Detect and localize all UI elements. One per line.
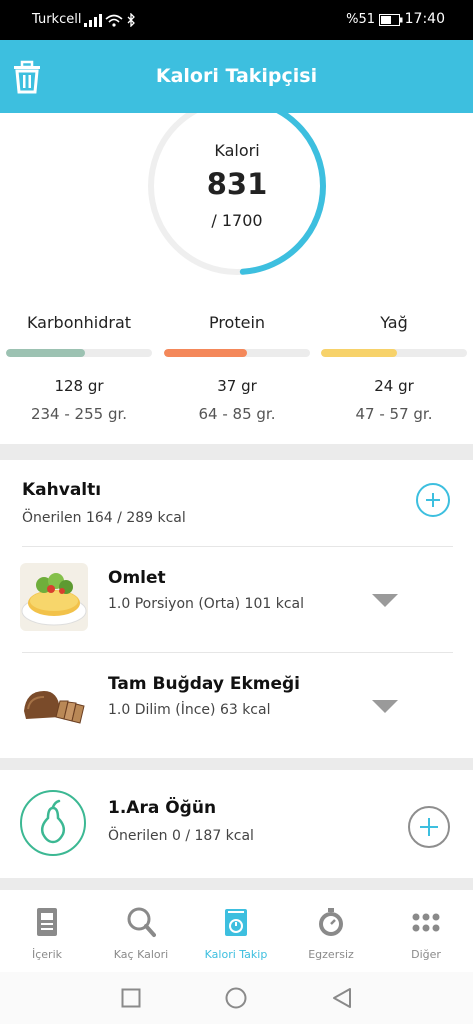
food-name: Tam Buğday Ekmeği (108, 674, 301, 694)
bread-image (20, 669, 88, 737)
divider (22, 652, 453, 653)
macro-bar-fill (6, 349, 85, 357)
calorie-goal: / 1700 (211, 211, 263, 230)
macro-name: Protein (208, 313, 266, 332)
macro-bar-fill (164, 349, 248, 357)
calorie-progress-ring: Kalori 831 / 1700 (140, 113, 334, 283)
app-bar: Kalori Takipçisi (0, 40, 473, 113)
home-icon[interactable] (225, 987, 247, 1009)
food-detail: 1.0 Porsiyon (Orta) 101 kcal (108, 596, 304, 612)
food-item-omelette[interactable]: Omlet 1.0 Porsiyon (Orta) 101 kcal (0, 548, 473, 648)
calorie-label: Kalori (214, 141, 260, 160)
divider (22, 546, 453, 547)
add-breakfast-button[interactable] (416, 483, 450, 517)
nav-label: Kalori Takip (204, 948, 268, 961)
chevron-down-icon[interactable] (372, 594, 398, 607)
nav-exercise[interactable]: Egzersiz (284, 890, 378, 972)
battery-icon (379, 14, 403, 26)
meal-header: 1.Ara Öğün Önerilen 0 / 187 kcal (108, 798, 254, 844)
macro-range: 64 - 85 gr. (198, 405, 276, 423)
document-icon (37, 908, 57, 936)
food-detail: 1.0 Dilim (İnce) 63 kcal (108, 702, 271, 718)
macro-bar (321, 349, 467, 357)
macro-protein: Protein 37 gr 64 - 85 gr. (164, 313, 310, 423)
omelette-image (20, 563, 88, 631)
meal-title: Kahvaltı (22, 480, 102, 500)
carrier-name: Turkcell (32, 12, 82, 27)
nav-content[interactable]: İçerik (0, 890, 94, 972)
macro-fat: Yağ 24 gr 47 - 57 gr. (321, 313, 467, 423)
macro-name: Karbonhidrat (26, 313, 132, 332)
macro-amount: 24 gr (374, 377, 414, 395)
meal-card-snack: 1.Ara Öğün Önerilen 0 / 187 kcal (0, 770, 473, 878)
nav-label: Diğer (411, 948, 441, 961)
more-grid-icon (412, 913, 440, 932)
recent-apps-icon[interactable] (121, 988, 141, 1008)
status-bar: Turkcell %51 17:40 (0, 0, 473, 40)
food-name: Omlet (108, 568, 166, 588)
nav-label: Kaç Kalori (113, 948, 169, 961)
battery-percent: %51 (346, 12, 375, 27)
meal-recommended: Önerilen 0 / 187 kcal (108, 828, 254, 844)
meal-recommended: Önerilen 164 / 289 kcal (22, 510, 186, 526)
macro-range: 47 - 57 gr. (355, 405, 433, 423)
chevron-down-icon[interactable] (372, 700, 398, 713)
macro-bar (164, 349, 310, 357)
search-icon (127, 907, 156, 937)
nav-calorie-search[interactable]: Kaç Kalori (94, 890, 188, 972)
macro-range: 234 - 255 gr. (30, 405, 128, 423)
back-icon[interactable] (331, 987, 353, 1009)
clock: 17:40 (404, 11, 445, 27)
system-navigation-bar (0, 972, 473, 1024)
scale-icon (225, 909, 247, 936)
nav-more[interactable]: Diğer (379, 890, 473, 972)
nav-label: Egzersiz (308, 948, 354, 961)
stopwatch-icon (319, 908, 343, 936)
calorie-value: 831 (206, 167, 268, 201)
meal-header: Kahvaltı Önerilen 164 / 289 kcal (22, 480, 186, 526)
meal-card-breakfast: Kahvaltı Önerilen 164 / 289 kcal Omlet 1… (0, 460, 473, 758)
page-title: Kalori Takipçisi (155, 65, 318, 87)
pear-icon (20, 790, 86, 856)
nav-label: İçerik (31, 948, 62, 961)
signal-wifi-bluetooth-icon (84, 13, 135, 27)
food-item-whole-wheat-bread[interactable]: Tam Buğday Ekmeği 1.0 Dilim (İnce) 63 kc… (0, 654, 473, 754)
nav-calorie-tracker[interactable]: Kalori Takip (189, 890, 283, 972)
macro-carbs: Karbonhidrat 128 gr 234 - 255 gr. (6, 313, 152, 423)
bottom-navigation: İçerik Kaç Kalori Kalori Takip Egzersiz (0, 890, 473, 972)
meal-title: 1.Ara Öğün (108, 798, 217, 818)
calorie-summary-card: Kalori 831 / 1700 Karbonhidrat 128 gr 23… (0, 113, 473, 444)
macro-name: Yağ (380, 313, 408, 332)
add-snack-button[interactable] (408, 806, 450, 848)
macro-amount: 128 gr (54, 377, 104, 395)
macro-amount: 37 gr (217, 377, 257, 395)
macro-bar-fill (321, 349, 397, 357)
macro-bar (6, 349, 152, 357)
